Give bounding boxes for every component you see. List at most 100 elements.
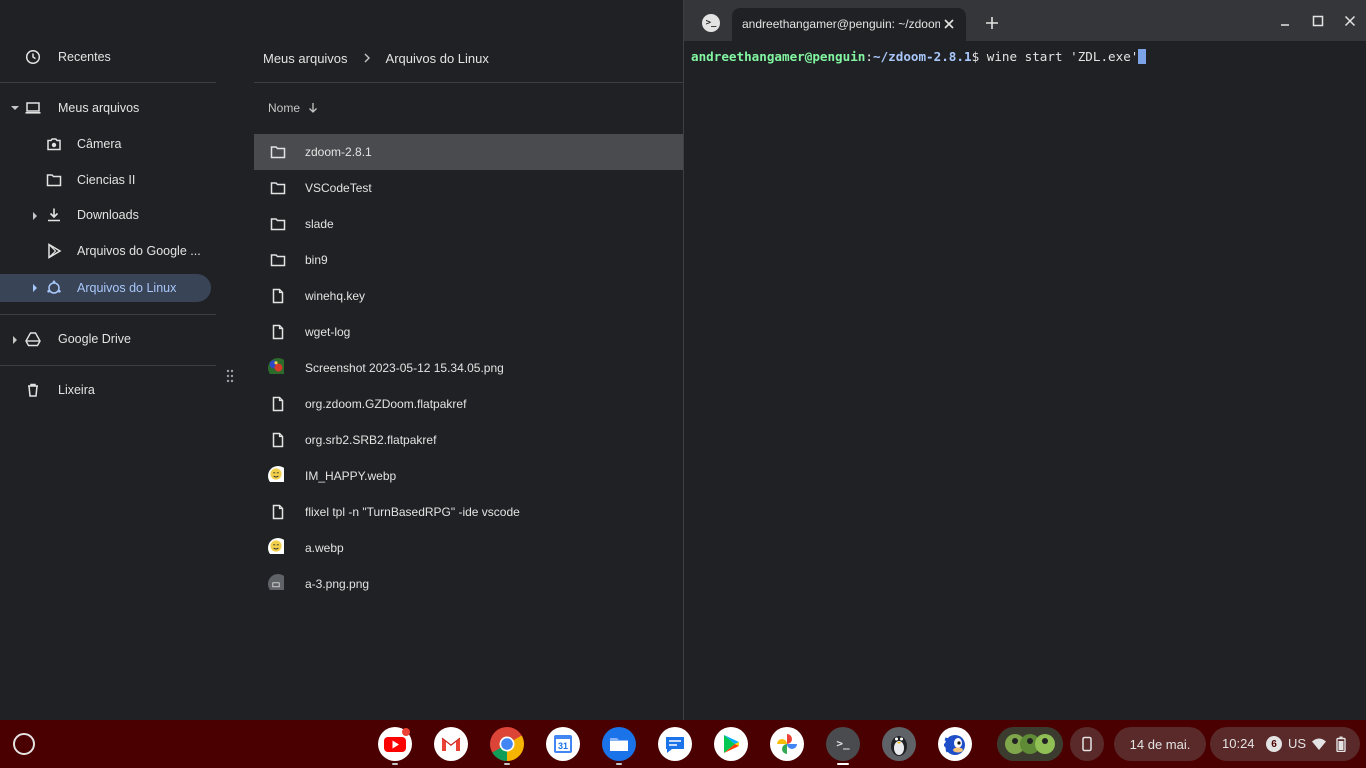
- file-row[interactable]: VSCodeTest: [254, 170, 683, 206]
- sidebar-item-my-files[interactable]: Meus arquivos: [24, 94, 139, 122]
- file-icon: [268, 322, 288, 342]
- file-row[interactable]: IM_HAPPY.webp: [254, 458, 683, 494]
- messages-icon[interactable]: [658, 727, 692, 761]
- close-window-icon[interactable]: [1343, 14, 1357, 28]
- resize-grip-icon[interactable]: [225, 368, 235, 384]
- image-thumbnail: [268, 358, 288, 378]
- terminal-icon[interactable]: >_: [826, 727, 860, 761]
- sidebar-item-label: Meus arquivos: [58, 101, 140, 115]
- phone-icon: [1082, 736, 1092, 752]
- sidebar-item-recent[interactable]: Recentes: [24, 43, 111, 71]
- photos-icon[interactable]: [770, 727, 804, 761]
- command-text: wine start 'ZDL.exe': [986, 49, 1139, 64]
- file-icon: [268, 394, 288, 414]
- file-row[interactable]: a.webp: [254, 530, 683, 566]
- date-label: 14 de mai.: [1129, 736, 1191, 752]
- prompt-colon: :: [865, 49, 873, 64]
- chrome-icon[interactable]: [490, 727, 524, 761]
- breadcrumb-item[interactable]: Meus arquivos: [263, 51, 348, 66]
- image-thumbnail: [268, 574, 288, 594]
- file-name: a-3.png.png: [305, 577, 370, 591]
- time-label: 10:24: [1222, 736, 1255, 751]
- file-name: slade: [305, 217, 334, 231]
- sidebar-item-ciencias[interactable]: Ciencias II: [45, 166, 135, 194]
- file-name: VSCodeTest: [305, 181, 372, 195]
- minimize-icon[interactable]: [1278, 14, 1292, 28]
- sidebar-item-label: Lixeira: [58, 383, 95, 397]
- holding-space-image-icon: [997, 727, 1063, 761]
- file-icon: [268, 502, 288, 522]
- notification-count-badge: 6: [1266, 736, 1282, 752]
- file-row[interactable]: org.zdoom.GZDoom.flatpakref: [254, 386, 683, 422]
- tab-title: andreethangamer@penguin: ~/zdoom-2.8.1: [742, 17, 940, 31]
- laptop-icon: [24, 99, 42, 117]
- prompt-symbol: $: [971, 49, 987, 64]
- sidebar-item-camera[interactable]: Câmera: [45, 130, 121, 158]
- linux-penguin-icon[interactable]: [882, 727, 916, 761]
- expand-arrow-icon[interactable]: [30, 211, 40, 221]
- expand-arrow-icon[interactable]: [30, 283, 40, 293]
- expand-arrow-icon[interactable]: [10, 335, 20, 345]
- sidebar-divider: [0, 314, 216, 315]
- close-tab-icon[interactable]: [942, 17, 956, 31]
- download-icon: [45, 206, 63, 224]
- file-row[interactable]: org.srb2.SRB2.flatpakref: [254, 422, 683, 458]
- trash-icon: [24, 381, 42, 399]
- terminal-output[interactable]: andreethangamer@penguin:~/zdoom-2.8.1$ w…: [691, 49, 1147, 64]
- file-icon: [268, 286, 288, 306]
- files-icon[interactable]: [602, 727, 636, 761]
- sidebar-item-google-drive[interactable]: Google Drive: [24, 325, 131, 353]
- linux-icon: [45, 279, 63, 297]
- maximize-icon[interactable]: [1311, 14, 1325, 28]
- folder-icon: [268, 214, 288, 234]
- status-area-button[interactable]: 10:24 6 US: [1210, 727, 1360, 761]
- file-row[interactable]: slade: [254, 206, 683, 242]
- wifi-icon: [1312, 738, 1326, 750]
- play-store-icon[interactable]: [714, 727, 748, 761]
- clock-icon: [24, 48, 42, 66]
- file-row[interactable]: winehq.key: [254, 278, 683, 314]
- column-header-label: Nome: [268, 101, 301, 115]
- sidebar-item-label: Arquivos do Google ...: [77, 244, 201, 258]
- file-name: org.zdoom.GZDoom.flatpakref: [305, 397, 467, 411]
- date-tray-button[interactable]: 14 de mai.: [1114, 727, 1206, 761]
- file-row[interactable]: bin9: [254, 242, 683, 278]
- new-tab-plus-icon[interactable]: [984, 15, 1000, 31]
- camera-icon: [45, 135, 63, 153]
- divider: [254, 82, 683, 83]
- file-row[interactable]: Screenshot 2023-05-12 15.34.05.png: [254, 350, 683, 386]
- youtube-icon[interactable]: [378, 727, 412, 761]
- file-name: winehq.key: [305, 289, 366, 303]
- file-list-pane: Meus arquivos Arquivos do Linux Nome zdo…: [254, 0, 683, 720]
- phone-hub-button[interactable]: [1070, 727, 1104, 761]
- calendar-icon[interactable]: 31: [546, 727, 580, 761]
- expand-arrow-icon[interactable]: [10, 103, 20, 113]
- sidebar-item-google-play[interactable]: Arquivos do Google ...: [45, 237, 201, 265]
- folder-icon: [268, 178, 288, 198]
- folder-icon: [45, 171, 63, 189]
- breadcrumb-item[interactable]: Arquivos do Linux: [386, 51, 489, 66]
- image-thumbnail: [268, 538, 288, 558]
- sidebar-item-downloads[interactable]: Downloads: [45, 201, 139, 229]
- sidebar-item-linux-files[interactable]: Arquivos do Linux: [0, 274, 211, 302]
- holding-space-thumbnails[interactable]: [997, 727, 1063, 761]
- app-running-indicator: [837, 763, 849, 765]
- file-row[interactable]: wget-log: [254, 314, 683, 350]
- column-header-name[interactable]: Nome: [268, 99, 319, 117]
- file-row[interactable]: flixel tpl -n "TurnBasedRPG" -ide vscode: [254, 494, 683, 530]
- terminal-app-icon: >_: [702, 14, 720, 32]
- shelf: 31 >_ 14 de mai. 10:24 6 US: [0, 720, 1366, 768]
- sidebar-item-label: Arquivos do Linux: [77, 281, 177, 295]
- breadcrumb: Meus arquivos Arquivos do Linux: [263, 49, 489, 67]
- file-name: zdoom-2.8.1: [305, 145, 372, 159]
- launcher-button[interactable]: [13, 733, 35, 755]
- terminal-tab[interactable]: andreethangamer@penguin: ~/zdoom-2.8.1: [732, 8, 966, 41]
- file-row[interactable]: zdoom-2.8.1: [254, 134, 683, 170]
- app-running-indicator: [392, 763, 398, 765]
- file-name: wget-log: [305, 325, 351, 339]
- sidebar-item-trash[interactable]: Lixeira: [24, 376, 95, 404]
- gmail-icon[interactable]: [434, 727, 468, 761]
- file-row[interactable]: a-3.png.png: [254, 566, 683, 602]
- prompt-user: andreethangamer@penguin: [691, 49, 866, 64]
- sonic-icon[interactable]: [938, 727, 972, 761]
